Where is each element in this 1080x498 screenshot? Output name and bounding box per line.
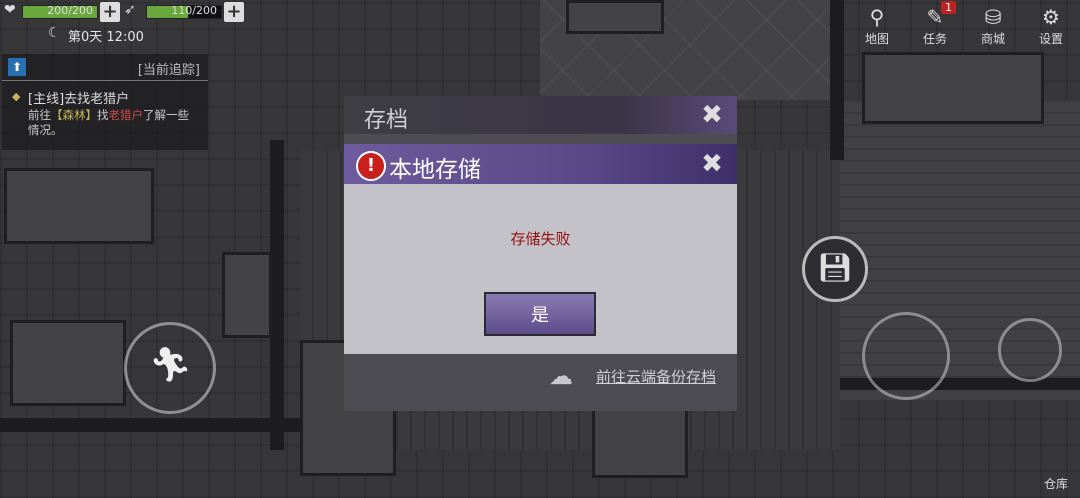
task-label: 任务 (922, 32, 947, 46)
desc-prefix: 前往 (28, 108, 51, 122)
day-time: 第0天 12:00 (68, 30, 144, 45)
tracking-label: [当前追踪] (137, 63, 200, 78)
action-button[interactable] (998, 318, 1062, 382)
settings-button[interactable]: ⚙ 设置 (1022, 0, 1080, 46)
warning-icon: ! (356, 151, 386, 181)
map-icon: ⚲ (869, 5, 885, 29)
task-button[interactable]: 1 ✎ 任务 (906, 0, 964, 46)
gear-icon: ⚙ (1042, 5, 1060, 29)
local-storage-dialog: ! 本地存储 ✖ 存储失败 是 (344, 144, 737, 354)
desc-mid: 找 (97, 108, 109, 122)
map-label: 地图 (864, 32, 889, 46)
save-dialog-close-icon[interactable]: ✖ (697, 100, 727, 130)
cloud-upload-icon[interactable]: ☁ (549, 362, 573, 390)
stamina-bar: 110/200 (146, 4, 222, 19)
cloud-backup-link[interactable]: 前往云端备份存档 (596, 366, 716, 387)
save-dialog-title: 存档 (364, 108, 409, 133)
moon-icon: ☾ (48, 25, 61, 41)
quest-header: ⬆ [当前追踪] (2, 54, 208, 81)
local-dialog-header: ! 本地存储 ✖ (344, 144, 737, 184)
quest-tracker[interactable]: ⬆ [当前追踪] ◆ [主线]去找老猎户 前往【森林】找老猎户了解一些情况。 (2, 54, 208, 150)
local-dialog-close-icon[interactable]: ✖ (697, 149, 727, 179)
foot-icon: ➶ (124, 2, 136, 18)
shop-icon: ⛁ (984, 5, 1002, 29)
collapse-icon[interactable]: ⬆ (8, 58, 26, 76)
health-bar: 200/200 (22, 4, 98, 19)
desc-person: 老猎户 (108, 108, 144, 122)
health-text: 200/200 (47, 4, 93, 17)
shop-label: 商城 (980, 32, 1005, 46)
shop-button[interactable]: ⛁ 商城 (964, 0, 1022, 46)
movement-joystick[interactable]: 🏃︎ (124, 322, 216, 414)
confirm-button[interactable]: 是 (484, 292, 596, 336)
heart-icon: ❤ (4, 2, 16, 18)
add-health-button[interactable]: + (100, 2, 120, 22)
status-hud: ❤ 200/200 + ➶ 110/200 + ☾ 第0天 12:00 (0, 0, 280, 48)
top-menu: ⚲ 地图 1 ✎ 任务 ⛁ 商城 ⚙ 设置 (848, 0, 1080, 46)
attack-button[interactable] (862, 312, 950, 400)
task-badge: 1 (941, 1, 956, 14)
quest-title: [主线]去找老猎户 (28, 92, 130, 107)
storage-button[interactable]: 仓库 (1044, 475, 1068, 492)
quest-description: 前往【森林】找老猎户了解一些情况。 (28, 108, 200, 138)
quest-icon: ◆ (12, 90, 21, 103)
run-icon: 🏃︎ (149, 345, 193, 385)
stamina-text: 110/200 (171, 4, 217, 17)
local-dialog-title: 本地存储 (389, 157, 481, 183)
save-icon[interactable]: 💾︎ (802, 236, 868, 302)
desc-location: 【森林】 (51, 108, 97, 122)
settings-label: 设置 (1038, 32, 1063, 46)
error-message: 存储失败 (510, 230, 571, 248)
add-stamina-button[interactable]: + (224, 2, 244, 22)
map-button[interactable]: ⚲ 地图 (848, 0, 906, 46)
